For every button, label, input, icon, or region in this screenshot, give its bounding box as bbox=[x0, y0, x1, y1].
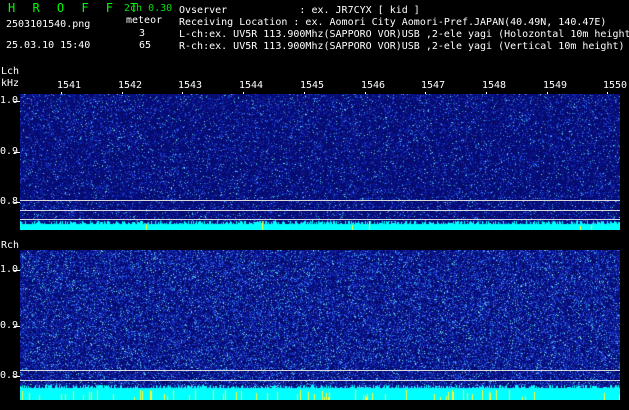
time-axis-label: 1547 bbox=[421, 80, 446, 91]
rch-marker-line bbox=[20, 380, 620, 381]
rch-meteor-count: 65 bbox=[139, 40, 152, 51]
rch-spectrum-panel bbox=[20, 250, 620, 400]
rch-ytick bbox=[14, 270, 20, 271]
time-axis-label: 1548 bbox=[482, 80, 507, 91]
khz-unit-label: kHz bbox=[1, 78, 20, 89]
datetime-label: 25.03.10 15:40 bbox=[6, 40, 91, 51]
rch-label: Rch bbox=[1, 240, 20, 251]
time-axis-label: 1550 bbox=[603, 80, 628, 91]
lch-label: Lch bbox=[1, 66, 20, 77]
lch-marker-line bbox=[20, 219, 620, 220]
filename-label: 2503101540.png bbox=[6, 19, 91, 30]
lch-ytick bbox=[14, 152, 20, 153]
time-axis-label: 1543 bbox=[178, 80, 203, 91]
time-axis-label: 1544 bbox=[239, 80, 264, 91]
observer-line: Ovserver : ex. JR7CYX [ kid ] bbox=[179, 5, 420, 16]
lch-description-line: L-ch:ex. UV5R 113.900Mhz(SAPPORO VOR)USB… bbox=[179, 29, 629, 40]
rch-ytick bbox=[14, 376, 20, 377]
app-title: H R O F F T bbox=[8, 1, 143, 15]
lch-meteor-count: 3 bbox=[139, 28, 146, 39]
lch-ytick bbox=[14, 101, 20, 102]
meteor-label: meteor bbox=[126, 15, 163, 26]
lch-ytick bbox=[14, 202, 20, 203]
rch-spectrogram bbox=[20, 250, 620, 400]
rch-description-line: R-ch:ex. UV5R 113.900Mhz(SAPPORO VOR)USB… bbox=[179, 41, 625, 52]
lch-marker-line bbox=[20, 210, 620, 211]
time-axis-label: 1549 bbox=[543, 80, 568, 91]
time-axis-label: 1541 bbox=[57, 80, 82, 91]
time-axis-label: 1542 bbox=[118, 80, 143, 91]
lch-marker-line bbox=[20, 200, 620, 201]
version-label: 2ch 0.30 bbox=[124, 3, 173, 14]
time-axis-label: 1545 bbox=[300, 80, 325, 91]
rch-marker-line bbox=[20, 370, 620, 371]
location-line: Receiving Location : ex. Aomori City Aom… bbox=[179, 17, 607, 28]
time-axis-label: 1546 bbox=[361, 80, 386, 91]
rch-ytick bbox=[14, 326, 20, 327]
